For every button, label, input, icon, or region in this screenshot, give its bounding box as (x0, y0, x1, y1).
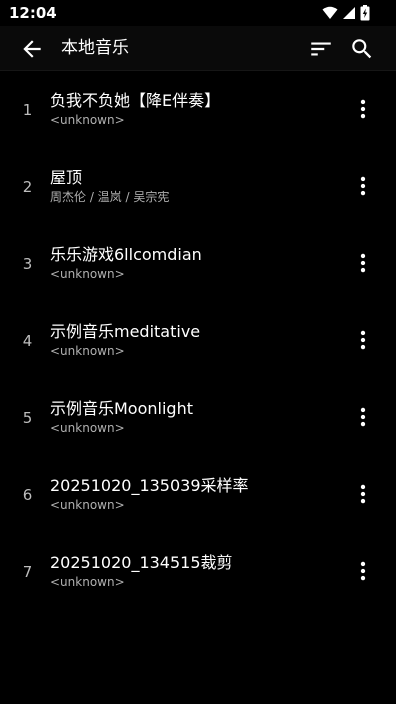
more-options-button[interactable] (350, 173, 376, 199)
song-index: 5 (22, 409, 33, 427)
song-artist: <unknown> (50, 344, 125, 358)
more-options-button[interactable] (350, 327, 376, 353)
search-button[interactable] (349, 36, 375, 62)
song-index: 2 (22, 178, 33, 196)
back-button[interactable] (19, 36, 45, 62)
status-time: 12:04 (9, 4, 57, 22)
song-row[interactable]: 3 乐乐游戏6llcomdian <unknown> (0, 225, 396, 302)
sort-button[interactable] (308, 36, 334, 62)
song-index: 6 (22, 486, 33, 504)
song-index: 1 (22, 101, 33, 119)
song-row[interactable]: 2 屋顶 周杰伦 / 温岚 / 吴宗宪 (0, 148, 396, 225)
more-vert-icon (350, 404, 376, 430)
song-index: 7 (22, 563, 33, 581)
more-vert-icon (350, 558, 376, 584)
song-index: 4 (22, 332, 33, 350)
battery-icon (360, 5, 370, 21)
page-title: 本地音乐 (61, 38, 129, 58)
song-row[interactable]: 7 20251020_134515裁剪 <unknown> (0, 533, 396, 610)
search-icon (349, 36, 375, 62)
song-title: 乐乐游戏6llcomdian (50, 245, 202, 264)
song-artist: <unknown> (50, 113, 125, 127)
arrow-back-icon (19, 36, 45, 62)
more-vert-icon (350, 250, 376, 276)
more-options-button[interactable] (350, 96, 376, 122)
song-row[interactable]: 6 20251020_135039采样率 <unknown> (0, 456, 396, 533)
more-vert-icon (350, 327, 376, 353)
more-vert-icon (350, 96, 376, 122)
more-options-button[interactable] (350, 404, 376, 430)
song-index: 3 (22, 255, 33, 273)
more-options-button[interactable] (350, 250, 376, 276)
song-title: 负我不负她【降E伴奏】 (50, 91, 221, 110)
status-icons (322, 5, 370, 21)
song-title: 示例音乐meditative (50, 322, 201, 341)
song-title: 20251020_135039采样率 (50, 476, 249, 495)
song-title: 屋顶 (50, 168, 83, 187)
song-artist: <unknown> (50, 498, 125, 512)
song-list: 1 负我不负她【降E伴奏】 <unknown> 2 屋顶 周杰伦 / 温岚 / … (0, 71, 396, 610)
more-vert-icon (350, 481, 376, 507)
sort-icon (308, 36, 334, 62)
song-row[interactable]: 4 示例音乐meditative <unknown> (0, 302, 396, 379)
more-options-button[interactable] (350, 481, 376, 507)
song-artist: <unknown> (50, 575, 125, 589)
song-artist: <unknown> (50, 267, 125, 281)
more-vert-icon (350, 173, 376, 199)
song-title: 20251020_134515裁剪 (50, 553, 233, 572)
app-bar: 本地音乐 (0, 26, 396, 71)
song-row[interactable]: 5 示例音乐Moonlight <unknown> (0, 379, 396, 456)
song-title: 示例音乐Moonlight (50, 399, 193, 418)
song-artist: 周杰伦 / 温岚 / 吴宗宪 (50, 190, 170, 204)
wifi-icon (322, 6, 338, 20)
song-artist: <unknown> (50, 421, 125, 435)
cellular-signal-icon (342, 6, 356, 20)
song-row[interactable]: 1 负我不负她【降E伴奏】 <unknown> (0, 71, 396, 148)
more-options-button[interactable] (350, 558, 376, 584)
status-bar: 12:04 (0, 0, 396, 26)
